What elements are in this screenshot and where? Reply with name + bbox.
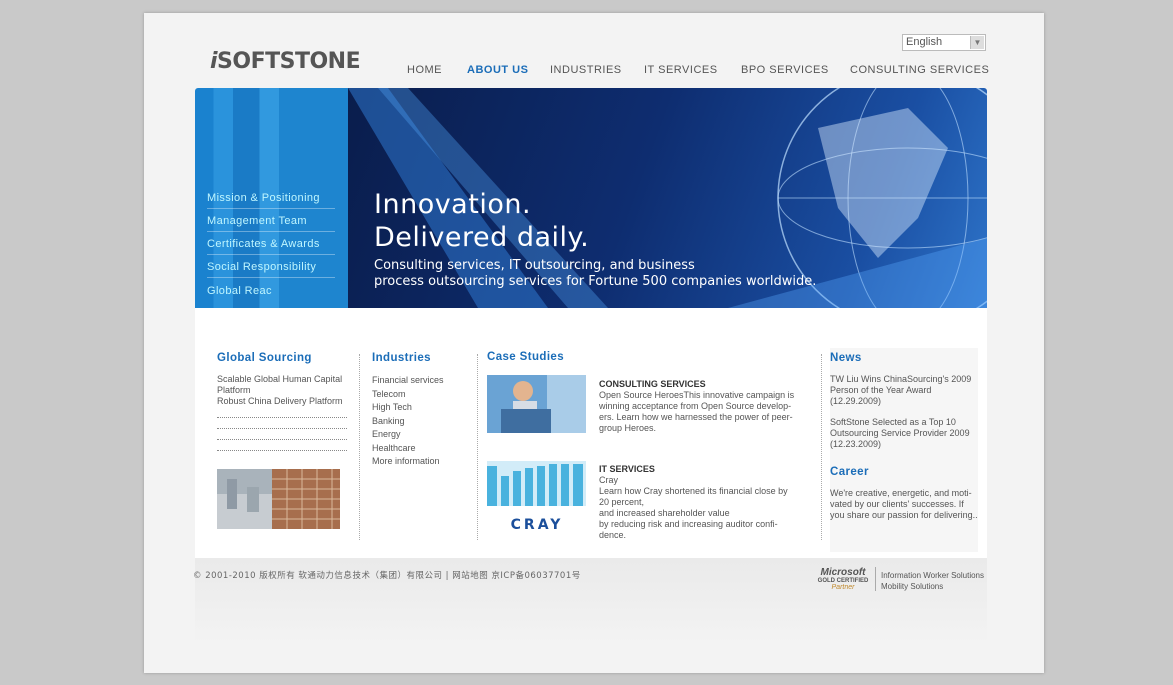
dotted-line: [217, 440, 347, 451]
main-nav: HOME ABOUT US INDUSTRIES IT SERVICES BPO…: [144, 64, 1044, 80]
industries-section: Industries Financial services Telecom Hi…: [372, 352, 472, 469]
sidebar-item-mission[interactable]: Mission & Positioning: [207, 192, 335, 209]
hero-banner: Mission & Positioning Management Team Ce…: [195, 88, 987, 308]
cray-image[interactable]: CRAY: [487, 461, 586, 533]
dotted-line: [217, 418, 347, 429]
case-1-title[interactable]: CONSULTING SERVICES: [599, 379, 799, 390]
ms-partner: Partner: [831, 584, 855, 591]
case-2-body-2: and increased shareholder value: [599, 508, 730, 518]
copyright-text: © 2001-2010 版权所有 软通动力信息技术（集团）有限公司 | 网站地图…: [193, 571, 581, 581]
nav-industries[interactable]: INDUSTRIES: [550, 64, 622, 76]
industry-telecom[interactable]: Telecom: [372, 388, 472, 402]
ms-solution-1: Information Worker Solutions: [881, 571, 985, 580]
subtitle-line-2: process outsourcing services for Fortune…: [374, 274, 817, 289]
industry-banking[interactable]: Banking: [372, 415, 472, 429]
case-studies-section: Case Studies CONSULTING SERVICES Open So…: [487, 351, 802, 540]
nav-it-services[interactable]: IT SERVICES: [644, 64, 718, 76]
hero-headline: Innovation. Delivered daily.: [374, 188, 589, 254]
dotted-line: [217, 407, 347, 418]
global-sourcing-title[interactable]: Global Sourcing: [217, 352, 353, 364]
case-2-title[interactable]: IT SERVICES: [599, 464, 799, 475]
footer: © 2001-2010 版权所有 软通动力信息技术（集团）有限公司 | 网站地图…: [193, 558, 987, 643]
divider: [477, 354, 478, 540]
sidebar-item-global[interactable]: Global Reac: [207, 285, 335, 301]
sidebar-item-social[interactable]: Social Responsibility: [207, 261, 335, 278]
news-item-2[interactable]: SoftStone Selected as a Top 10 Outsourci…: [830, 417, 978, 439]
ms-solution-2: Mobility Solutions: [881, 582, 944, 591]
news-section: News TW Liu Wins ChinaSourcing's 2009 Pe…: [830, 348, 978, 552]
about-sidebar: Mission & Positioning Management Team Ce…: [195, 88, 348, 308]
cray-logo: CRAY: [511, 517, 564, 533]
industry-financial[interactable]: Financial services: [372, 374, 472, 388]
nav-bpo-services[interactable]: BPO SERVICES: [741, 64, 829, 76]
case-studies-title[interactable]: Case Studies: [487, 351, 802, 363]
case-2-body-3: by reducing risk and increasing auditor …: [599, 519, 778, 540]
ms-logo: Microsoft: [820, 567, 866, 578]
global-sourcing-section: Global Sourcing Scalable Global Human Ca…: [217, 352, 353, 534]
global-sourcing-line-1[interactable]: Scalable Global Human Capital Platform: [217, 374, 353, 396]
nav-consulting-services[interactable]: CONSULTING SERVICES: [850, 64, 989, 76]
dotted-line: [217, 429, 347, 440]
case-1-image[interactable]: [487, 375, 586, 433]
building-image: [217, 469, 340, 529]
career-body: We're creative, energetic, and moti-vate…: [830, 488, 978, 520]
headline-line-1: Innovation.: [374, 189, 532, 220]
industry-hightech[interactable]: High Tech: [372, 401, 472, 415]
news-title[interactable]: News: [830, 352, 978, 364]
industries-title[interactable]: Industries: [372, 352, 472, 364]
nav-home[interactable]: HOME: [407, 64, 442, 76]
divider: [821, 354, 822, 540]
news-item-1[interactable]: TW Liu Wins ChinaSourcing's 2009 Person …: [830, 374, 978, 396]
industry-more-link[interactable]: More information: [372, 455, 472, 469]
hero-subtitle: Consulting services, IT outsourcing, and…: [374, 258, 854, 290]
sidebar-item-certificates[interactable]: Certificates & Awards: [207, 238, 335, 255]
headline-line-2: Delivered daily.: [374, 222, 590, 253]
case-2-sub: Cray: [599, 475, 619, 485]
news-date-2: (12.23.2009): [830, 439, 882, 449]
global-sourcing-line-2[interactable]: Robust China Delivery Platform: [217, 396, 353, 407]
industry-energy[interactable]: Energy: [372, 428, 472, 442]
case-1-body: Open Source HeroesThis innovative campai…: [599, 390, 795, 433]
subtitle-line-1: Consulting services, IT outsourcing, and…: [374, 258, 695, 273]
nav-about-us[interactable]: ABOUT US: [467, 64, 528, 76]
sidebar-item-management[interactable]: Management Team: [207, 215, 335, 232]
case-2-body-1: Learn how Cray shortened its financial c…: [599, 486, 788, 507]
content-area: Global Sourcing Scalable Global Human Ca…: [195, 308, 987, 558]
language-value: English: [906, 36, 943, 48]
hero-image: Innovation. Delivered daily. Consulting …: [348, 88, 987, 308]
industry-healthcare[interactable]: Healthcare: [372, 442, 472, 456]
chevron-down-icon[interactable]: ▼: [970, 36, 984, 49]
divider: [359, 354, 360, 540]
page: iSOFTSTONE English ▼ HOME ABOUT US INDUS…: [144, 13, 1044, 673]
news-date-1: (12.29.2009): [830, 396, 882, 406]
language-select[interactable]: English ▼: [902, 34, 986, 51]
career-title[interactable]: Career: [830, 466, 978, 478]
